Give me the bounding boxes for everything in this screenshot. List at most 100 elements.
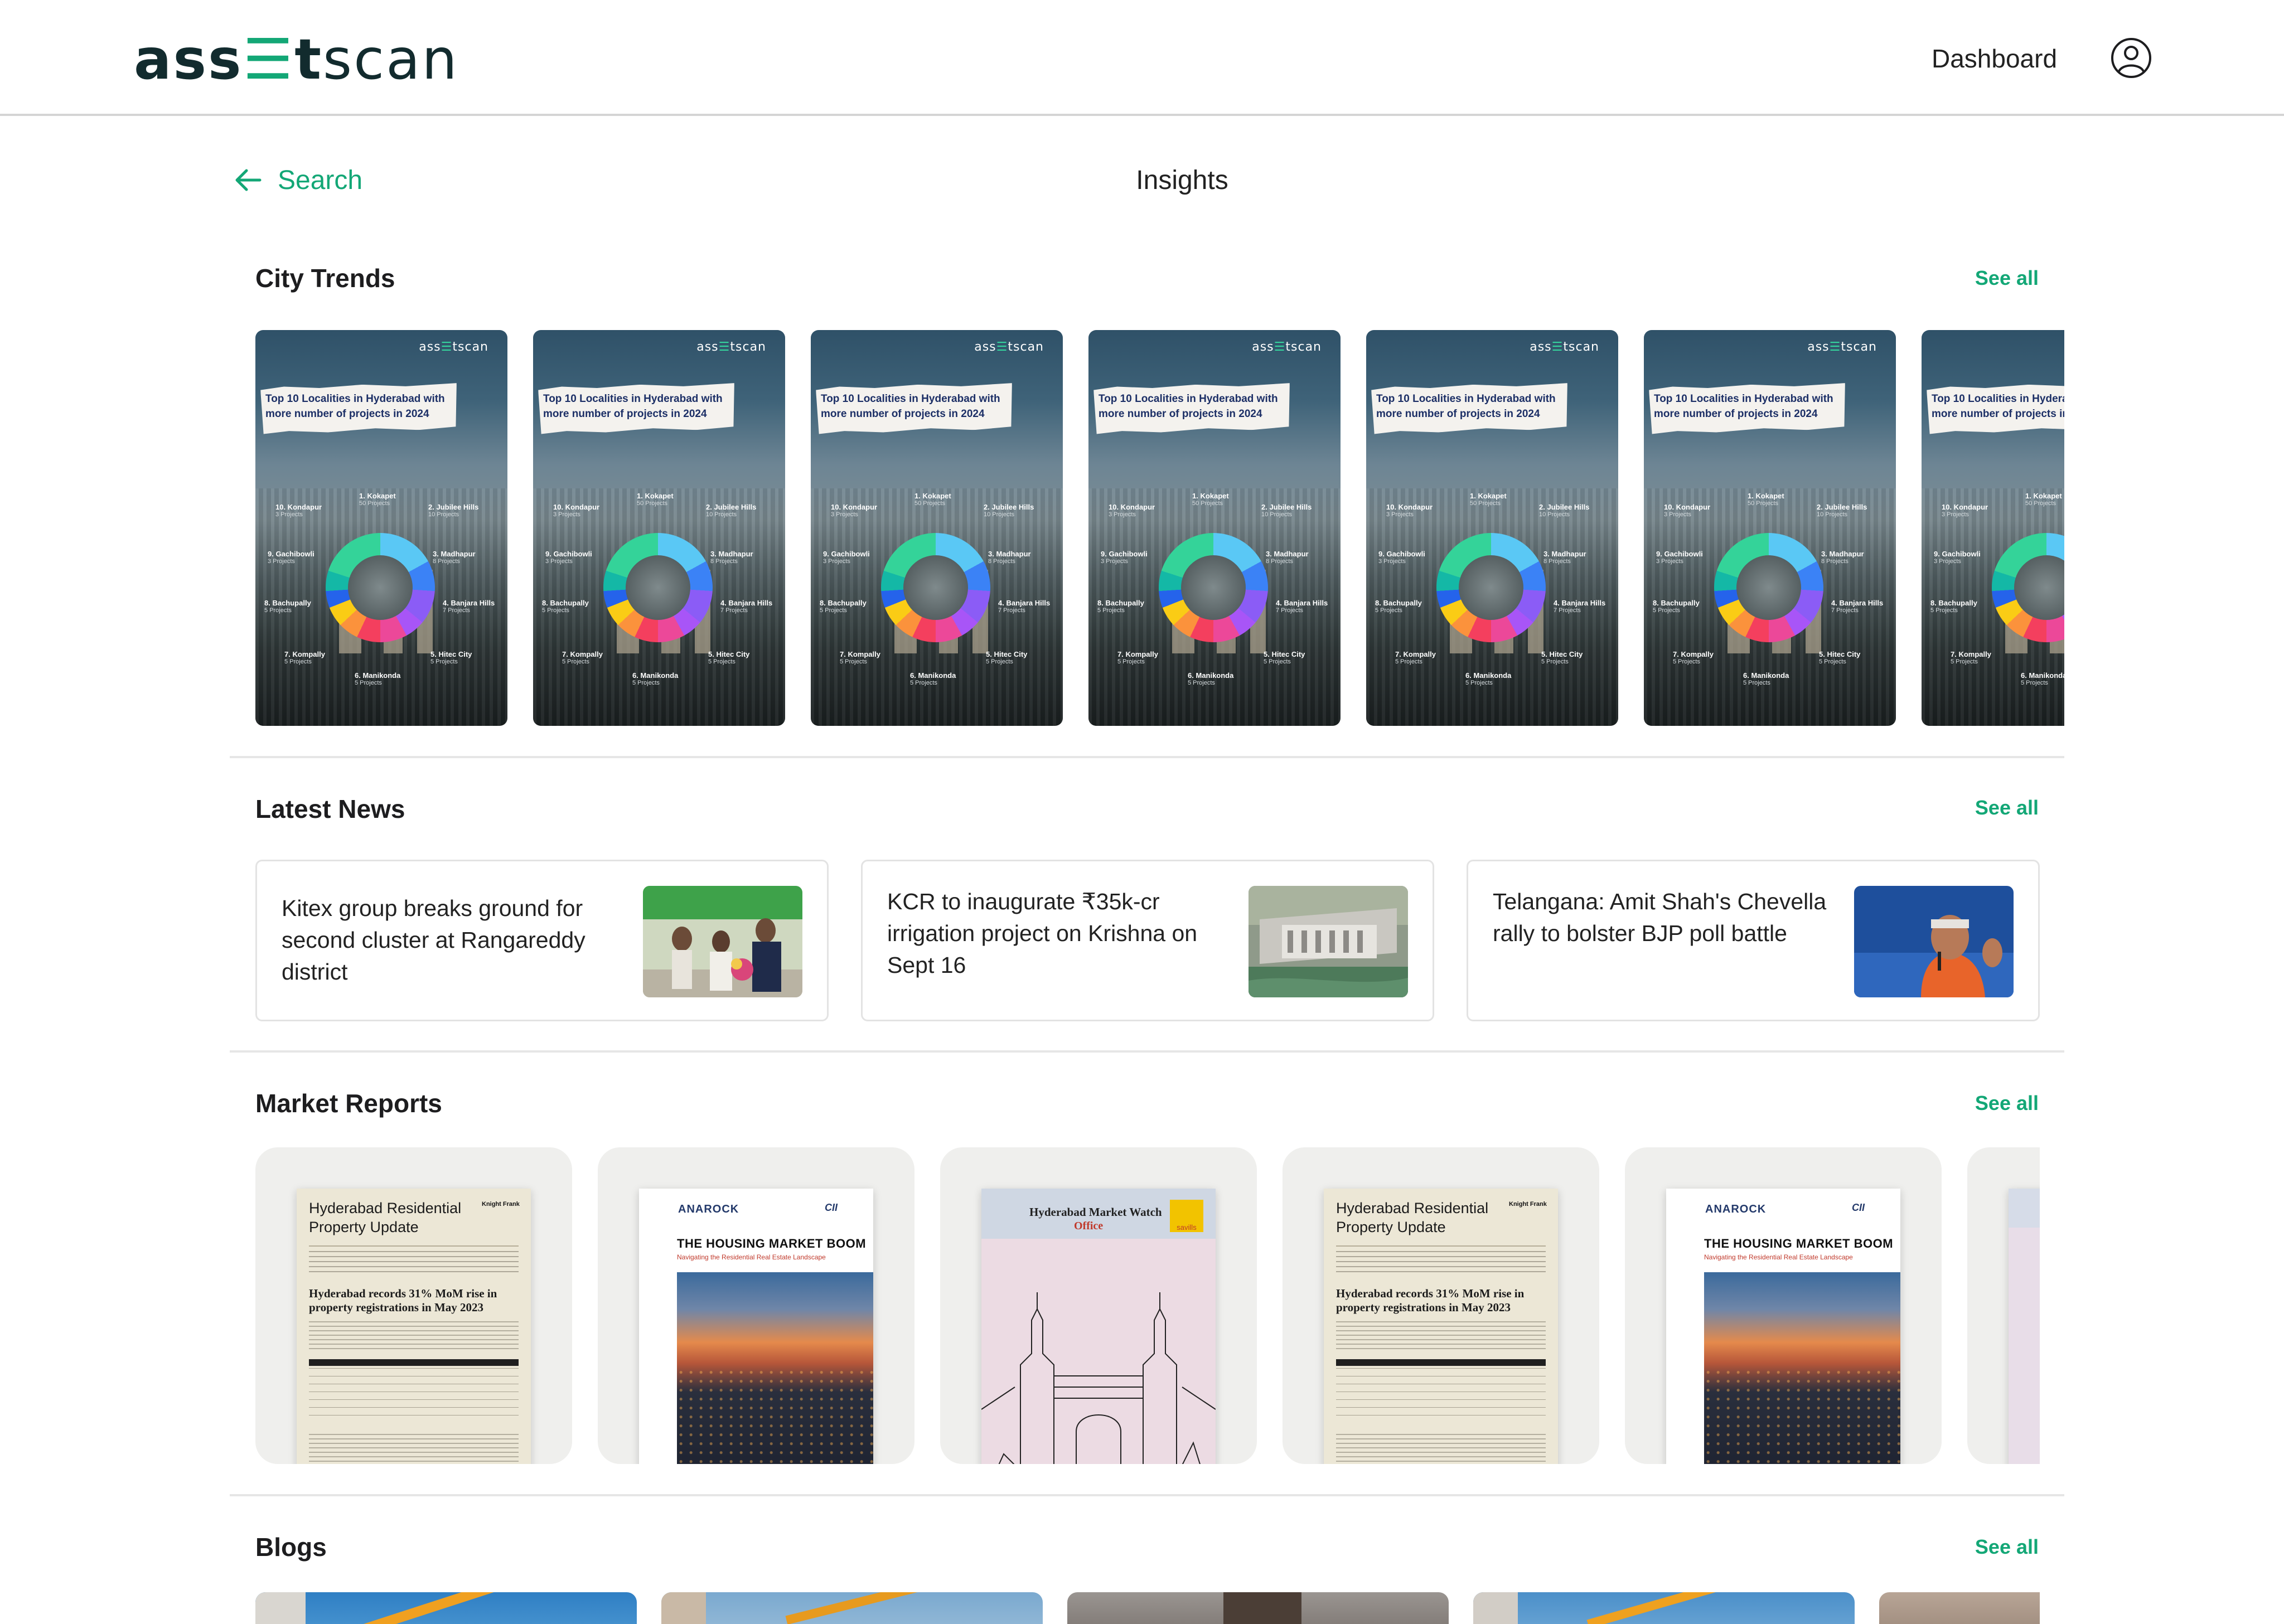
- locality-label: 1. Kokapet 50 Projects: [914, 492, 951, 507]
- latest-news-see-all[interactable]: See all: [1975, 796, 2039, 820]
- card-brand-part1: ass: [974, 340, 996, 354]
- locality-name: 2. Jubilee Hills: [1261, 503, 1312, 511]
- city-trend-card[interactable]: ass☰tscanTop 10 Localities in Hyderabad …: [255, 330, 507, 726]
- locality-name: 3. Madhapur: [988, 550, 1031, 558]
- locality-name: 1. Kokapet: [1748, 492, 1784, 500]
- locality-name: 10. Kondapur: [1664, 503, 1711, 511]
- assetscan-logo[interactable]: ass☰tscan: [134, 29, 459, 90]
- report-title: Hyderabad Residential Property Update: [1336, 1200, 1489, 1235]
- report-cover: [2009, 1189, 2040, 1464]
- report-card[interactable]: ANAROCK CII THE HOUSING MARKET BOOM Navi…: [598, 1147, 914, 1464]
- news-card[interactable]: KCR to inaugurate ₹35k-cr irrigation pro…: [861, 860, 1434, 1021]
- card-brand-logo: ass☰tscan: [696, 340, 766, 354]
- locality-label: 8. Bachupally 5 Projects: [264, 599, 311, 614]
- locality-label: 10. Kondapur 3 Projects: [275, 503, 322, 518]
- locality-count: 50 Projects: [637, 500, 668, 507]
- locality-name: 3. Madhapur: [433, 550, 476, 558]
- locality-label: 4. Banjara Hills 7 Projects: [1554, 599, 1605, 614]
- report-cover: ANAROCK CII THE HOUSING MARKET BOOM Navi…: [1666, 1189, 1900, 1464]
- city-sunset-photo: [1704, 1272, 1900, 1464]
- news-card[interactable]: Kitex group breaks ground for second clu…: [255, 860, 829, 1021]
- locality-label: 5. Hitec City 5 Projects: [1264, 650, 1305, 665]
- locality-name: 1. Kokapet: [1192, 492, 1229, 500]
- blog-card[interactable]: [1473, 1592, 1855, 1624]
- locality-label: 4. Banjara Hills 7 Projects: [1831, 599, 1883, 614]
- dashboard-link[interactable]: Dashboard: [1932, 43, 2057, 74]
- savills-logo: savills: [1170, 1200, 1203, 1232]
- locality-name: 5. Hitec City: [986, 650, 1028, 658]
- news-card[interactable]: Telangana: Amit Shah's Chevella rally to…: [1467, 860, 2040, 1021]
- locality-name: 8. Bachupally: [1930, 599, 1977, 607]
- locality-name: 8. Bachupally: [542, 599, 589, 607]
- locality-label: 7. Kompally 5 Projects: [284, 650, 325, 665]
- locality-count: 5 Projects: [820, 607, 847, 614]
- locality-count: 50 Projects: [359, 500, 390, 507]
- blog-card[interactable]: [255, 1592, 637, 1624]
- report-card[interactable]: Hyderabad Market Watch Office savills: [940, 1147, 1257, 1464]
- locality-label: 6. Manikonda 5 Projects: [1743, 671, 1789, 686]
- knight-frank-logo: Knight Frank: [1509, 1201, 1547, 1208]
- card-brand-logo: ass☰tscan: [1530, 340, 1599, 354]
- blog-card[interactable]: [661, 1592, 1043, 1624]
- locality-label: 6. Manikonda 5 Projects: [1188, 671, 1233, 686]
- report-card[interactable]: Hyderabad Residential Property Update Kn…: [1283, 1147, 1599, 1464]
- locality-name: 3. Madhapur: [710, 550, 753, 558]
- locality-name: 10. Kondapur: [275, 503, 322, 511]
- locality-count: 5 Projects: [1743, 680, 1770, 686]
- report-card[interactable]: [1967, 1147, 2040, 1464]
- city-trends-carousel[interactable]: ass☰tscan Top 10 Localities in Hyderabad …: [255, 330, 2064, 727]
- market-reports-carousel[interactable]: Hyderabad Residential Property Update Kn…: [255, 1147, 2040, 1465]
- locality-name: 8. Bachupally: [1097, 599, 1144, 607]
- locality-count: 5 Projects: [1188, 680, 1215, 686]
- blog-card[interactable]: [1067, 1592, 1449, 1624]
- city-trend-card[interactable]: ass☰tscanTop 10 Localities in Hyderabad …: [1644, 330, 1896, 726]
- blog-card[interactable]: [1879, 1592, 2040, 1624]
- city-trend-card[interactable]: ass☰tscanTop 10 Localities in Hyderabad …: [811, 330, 1063, 726]
- city-trend-card[interactable]: ass☰tscanTop 10 Localities in Hyderabad …: [1922, 330, 2064, 726]
- locality-donut-chart: [326, 533, 435, 642]
- page-title: Insights: [1136, 166, 1228, 195]
- blogs-carousel[interactable]: [255, 1592, 2040, 1624]
- locality-label: 3. Madhapur 8 Projects: [1266, 550, 1309, 565]
- anarock-logo: ANAROCK: [678, 1203, 739, 1215]
- user-circle-icon[interactable]: [2110, 37, 2152, 79]
- locality-count: 5 Projects: [986, 658, 1013, 665]
- card-brand-eq: ☰: [1551, 340, 1564, 354]
- locality-label: 10. Kondapur 3 Projects: [831, 503, 877, 518]
- locality-donut-chart: [1714, 533, 1823, 642]
- locality-count: 8 Projects: [1266, 558, 1293, 565]
- locality-label: 8. Bachupally 5 Projects: [1653, 599, 1700, 614]
- locality-donut-chart: [1159, 533, 1268, 642]
- logo-part1: ass: [134, 27, 243, 92]
- locality-count: 5 Projects: [562, 658, 589, 665]
- city-trend-card[interactable]: ass☰tscanTop 10 Localities in Hyderabad …: [1366, 330, 1618, 726]
- locality-name: 10. Kondapur: [1386, 503, 1433, 511]
- locality-name: 5. Hitec City: [1819, 650, 1861, 658]
- blogs-see-all[interactable]: See all: [1975, 1535, 2039, 1559]
- city-trend-card[interactable]: ass☰tscanTop 10 Localities in Hyderabad …: [1088, 330, 1341, 726]
- report-card[interactable]: ANAROCK CII THE HOUSING MARKET BOOM Navi…: [1625, 1147, 1942, 1464]
- locality-label: 2. Jubilee Hills 10 Projects: [1261, 503, 1312, 518]
- report-card[interactable]: Hyderabad Residential Property Update Kn…: [255, 1147, 572, 1464]
- card-brand-part3: scan: [458, 340, 488, 354]
- city-trend-card[interactable]: ass☰tscanTop 10 Localities in Hyderabad …: [533, 330, 785, 726]
- locality-label: 5. Hitec City 5 Projects: [430, 650, 472, 665]
- locality-label: 3. Madhapur 8 Projects: [710, 550, 753, 565]
- city-sunset-photo: [677, 1272, 873, 1464]
- locality-name: 8. Bachupally: [1653, 599, 1700, 607]
- locality-name: 9. Gachibowli: [1934, 550, 1981, 558]
- locality-label: 5. Hitec City 5 Projects: [708, 650, 749, 665]
- market-reports-see-all[interactable]: See all: [1975, 1092, 2039, 1115]
- locality-label: 6. Manikonda 5 Projects: [1465, 671, 1511, 686]
- card-brand-part2: t: [452, 340, 458, 354]
- locality-label: 8. Bachupally 5 Projects: [1097, 599, 1144, 614]
- locality-name: 9. Gachibowli: [1378, 550, 1425, 558]
- locality-name: 8. Bachupally: [1375, 599, 1422, 607]
- report-cover: Hyderabad Residential Property Update Kn…: [297, 1189, 531, 1464]
- blogs-title: Blogs: [255, 1533, 327, 1562]
- locality-label: 9. Gachibowli 3 Projects: [1934, 550, 1981, 565]
- locality-count: 50 Projects: [1192, 500, 1223, 507]
- locality-name: 4. Banjara Hills: [1276, 599, 1328, 607]
- locality-count: 5 Projects: [840, 658, 867, 665]
- city-trends-see-all[interactable]: See all: [1975, 266, 2039, 290]
